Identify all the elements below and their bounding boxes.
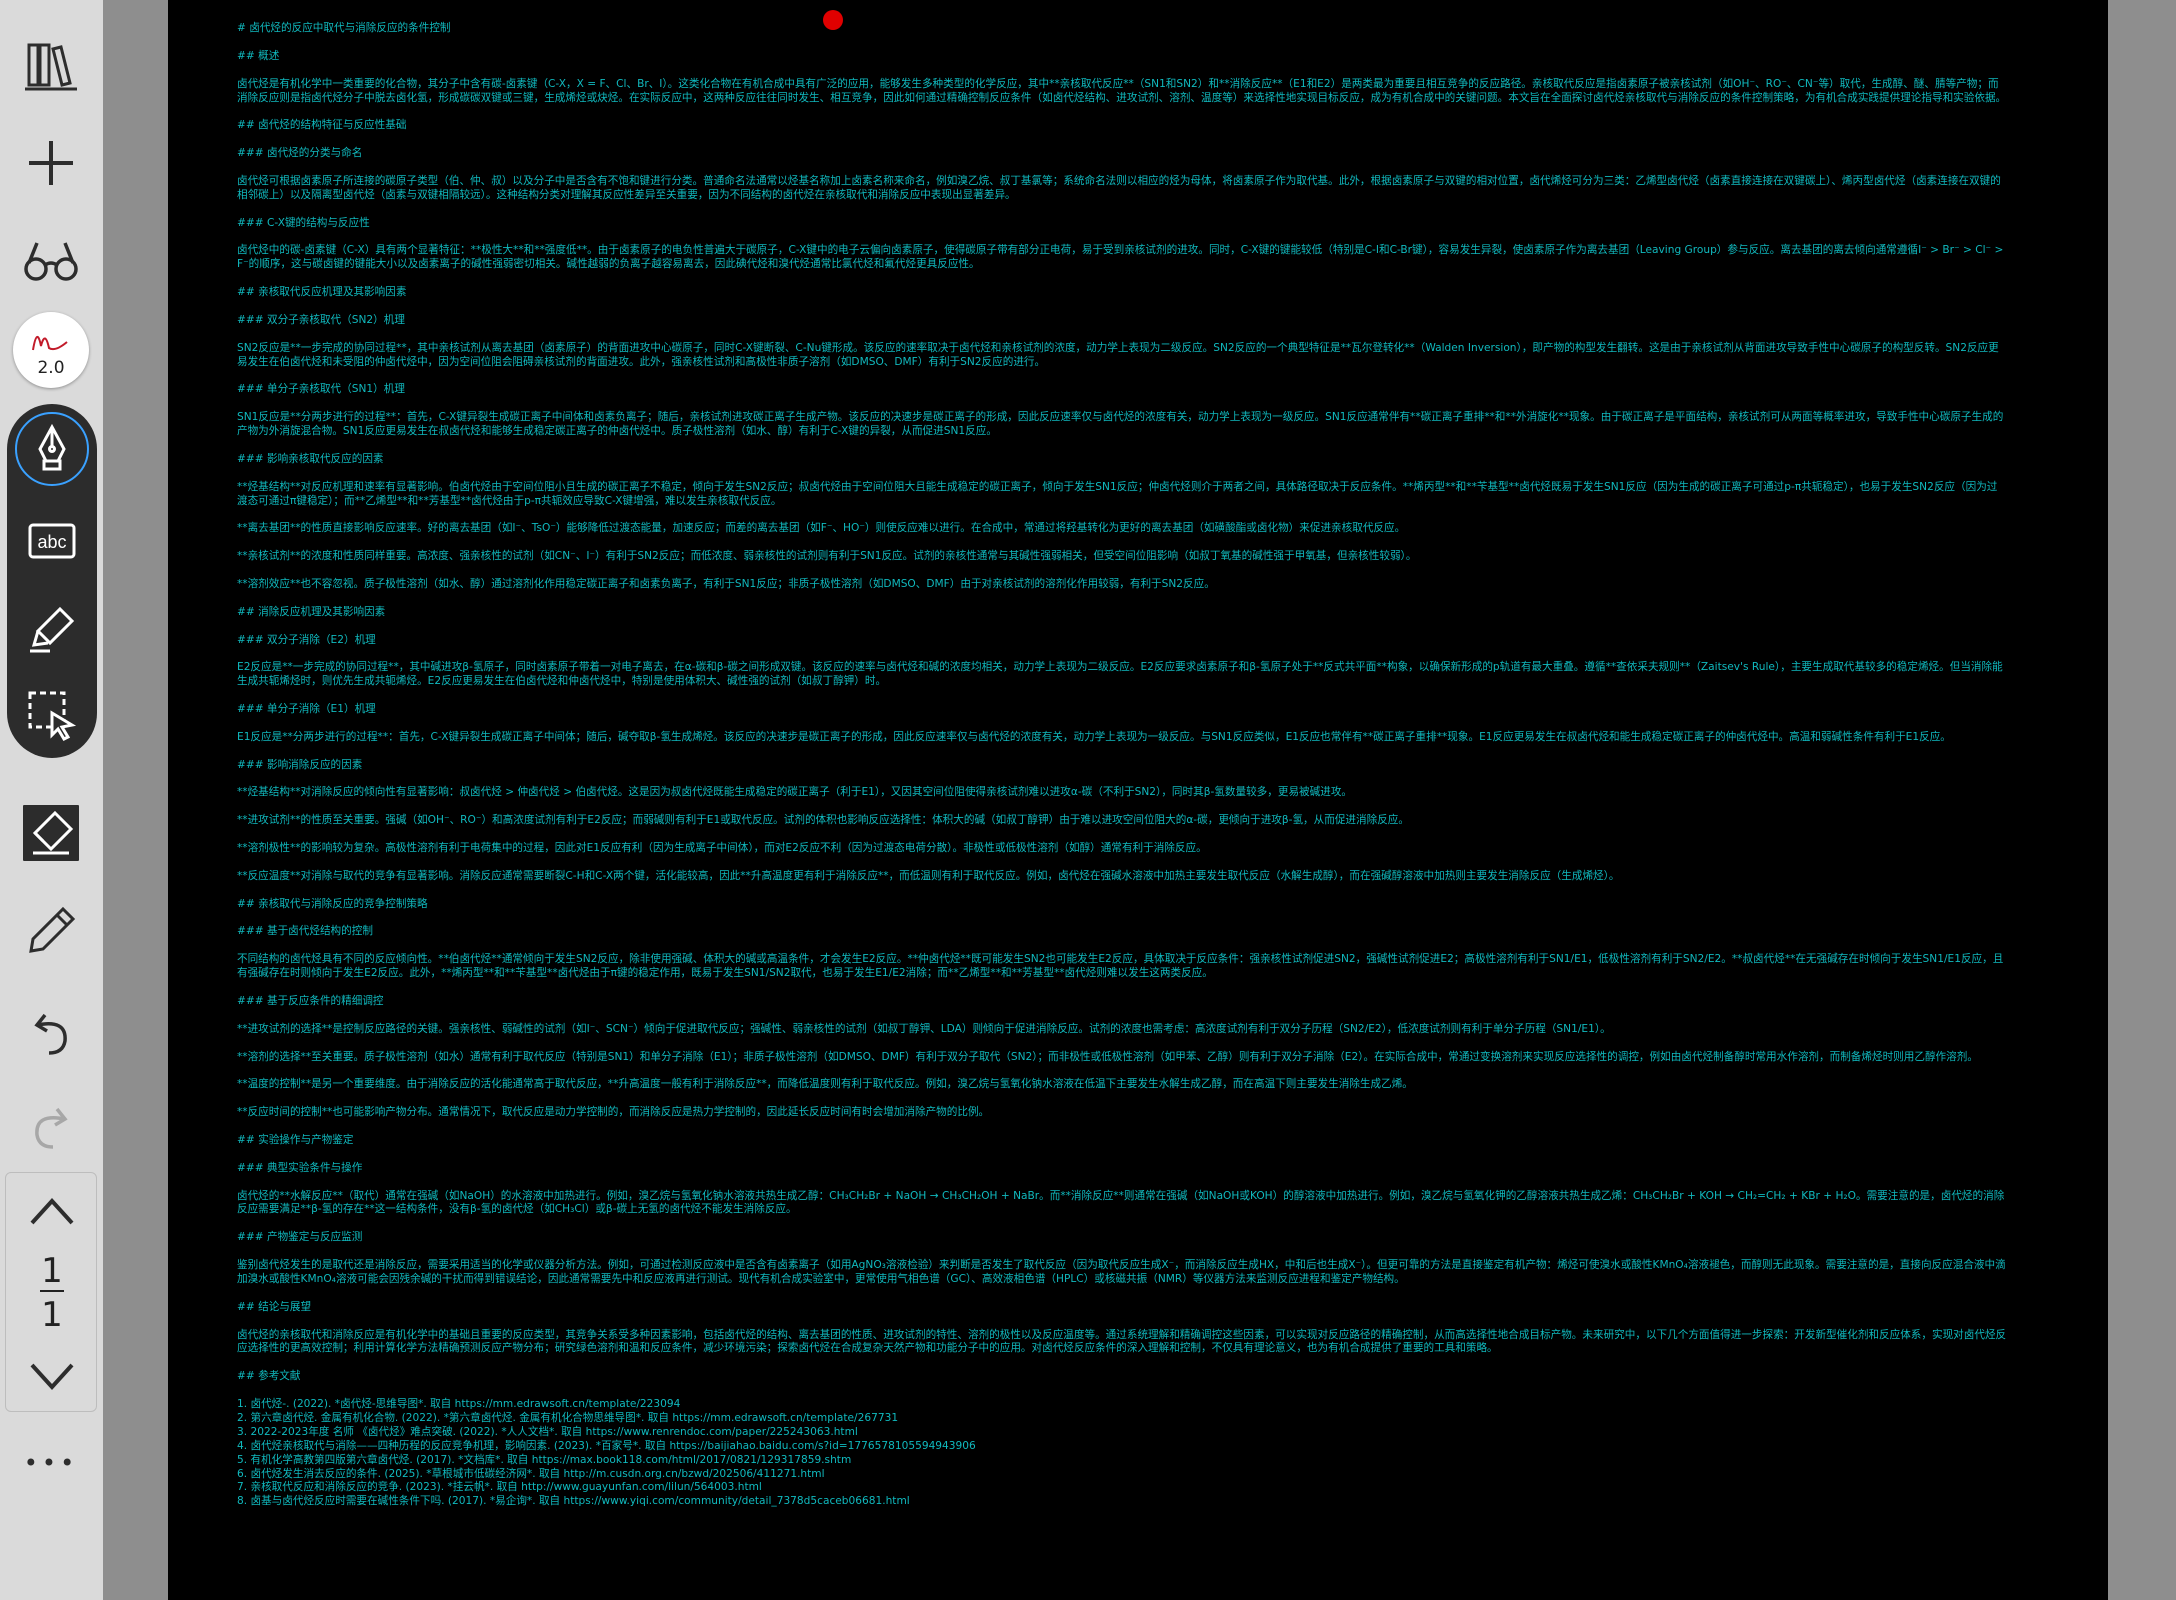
section-heading: # 卤代烃的反应中取代与消除反应的条件控制	[237, 22, 451, 34]
body-paragraph: **进攻试剂**的性质至关重要。强碱（如OH⁻、RO⁻）和高浓度试剂有利于E2反…	[237, 814, 1409, 827]
page-down-icon[interactable]	[6, 1345, 98, 1405]
section-heading: ### 基于卤代烃结构的控制	[237, 925, 373, 938]
section-heading: ### 影响亲核取代反应的因素	[237, 452, 384, 465]
pen-preview-button[interactable]: 2.0	[13, 312, 89, 388]
section-heading: ### 卤代烃的分类与命名	[237, 147, 363, 160]
undo-icon[interactable]	[5, 988, 97, 1074]
page-navigator: 1 1	[5, 1172, 97, 1412]
redo-icon[interactable]	[5, 1082, 97, 1168]
body-paragraph: 不同结构的卤代烃具有不同的反应倾向性。**伯卤代烃**通常倾向于发生SN2反应，…	[237, 953, 2004, 980]
section-heading: ## 卤代烃的结构特征与反应性基础	[237, 119, 407, 132]
pencil-icon[interactable]	[5, 888, 97, 974]
reference-item: 7. 亲核取代反应和消除反应的竞争. (2023). *挂云帆*. 取自 htt…	[237, 1481, 762, 1494]
total-page-count: 1	[41, 1295, 63, 1335]
pen-icon[interactable]	[6, 406, 98, 492]
reference-item: 2. 第六章卤代烃. 金属有机化合物. (2022). *第六章卤代烃. 金属有…	[237, 1411, 899, 1424]
body-paragraph: **溶剂效应**也不容忽视。质子极性溶剂（如水、醇）通过溶剂化作用稳定碳正离子和…	[237, 577, 1215, 590]
section-heading: ### 双分子亲核取代（SN2）机理	[237, 313, 405, 326]
body-paragraph: **烃基结构**对反应机理和速率有显著影响。伯卤代烃由于空间位阻小且生成的碳正离…	[237, 480, 1998, 507]
body-paragraph: 鉴别卤代烃发生的是取代还是消除反应，需要采用适当的化学或仪器分析方法。例如，可通…	[237, 1259, 2006, 1285]
body-paragraph: E2反应是**一步完成的协同过程**，其中碱进攻β-氢原子，同时卤素原子带着一对…	[237, 661, 2003, 688]
reference-item: 5. 有机化学高教第四版第六章卤代烃. (2017). *文档库*. 取自 ht…	[237, 1453, 852, 1466]
section-heading: ### 单分子消除（E1）机理	[237, 703, 376, 716]
body-paragraph: SN2反应是**一步完成的协同过程**，其中亲核试剂从离去基团（卤素原子）的背面…	[237, 341, 1999, 368]
body-paragraph: **离去基团**的性质直接影响反应速率。好的离去基团（如I⁻、TsO⁻）能够降低…	[237, 522, 1406, 535]
reference-item: 3. 2022-2023年度 名师 《卤代烃》难点突破. (2022). *人人…	[237, 1425, 858, 1438]
reference-item: 6. 卤代烃发生消去反应的条件. (2025). *草根城市低碳经济网*. 取自…	[237, 1467, 825, 1480]
section-heading: ## 实验操作与产物鉴定	[237, 1133, 354, 1146]
body-paragraph: **烃基结构**对消除反应的倾向性有显著影响：叔卤代烃 > 仲卤代烃 > 伯卤代…	[237, 786, 1353, 799]
section-heading: ### 单分子亲核取代（SN1）机理	[237, 383, 405, 396]
body-paragraph: 卤代烃是有机化学中一类重要的化合物，其分子中含有碳-卤素键（C-X，X = F、…	[237, 77, 2007, 104]
section-heading: ### 典型实验条件与操作	[237, 1161, 363, 1174]
reference-item: 1. 卤代烃-. (2022). *卤代烃-思维导图*. 取自 https://…	[237, 1398, 681, 1411]
body-paragraph: **温度的控制**是另一个重要维度。由于消除反应的活化能通常高于取代反应，**升…	[237, 1078, 1413, 1091]
section-heading: ### 影响消除反应的因素	[237, 758, 363, 771]
section-heading: ### 双分子消除（E2）机理	[237, 633, 376, 646]
body-paragraph: **亲核试剂**的浓度和性质同样重要。高浓度、强亲核性的试剂（如CN⁻、I⁻）有…	[237, 550, 1417, 563]
text-box-icon[interactable]: abc	[6, 498, 98, 584]
pen-size-label: 2.0	[37, 358, 65, 378]
body-paragraph: **反应时间的控制**也可能影响产物分布。通常情况下，取代反应是动力学控制的，而…	[237, 1106, 990, 1119]
body-paragraph: 卤代烃的**水解反应**（取代）通常在强碱（如NaOH）的水溶液中加热进行。例如…	[237, 1189, 2005, 1216]
section-heading: ## 亲核取代反应机理及其影响因素	[237, 286, 407, 299]
current-page-number: 1	[41, 1251, 63, 1291]
section-heading: ### C-X键的结构与反应性	[237, 216, 370, 229]
lasso-select-icon[interactable]	[6, 672, 98, 758]
body-paragraph: 卤代烃中的碳-卤素键（C-X）具有两个显著特征：**极性大**和**强度低**。…	[237, 244, 2004, 271]
library-books-icon[interactable]	[5, 24, 97, 110]
section-heading: ## 亲核取代与消除反应的竞争控制策略	[237, 897, 428, 910]
left-toolbar: 2.0 abc 1 1 •••	[0, 0, 103, 1600]
section-heading: ### 产物鉴定与反应监测	[237, 1231, 363, 1244]
reference-item: 8. 卤基与卤代烃反应时需要在碱性条件下吗. (2017). *易企询*. 取自…	[237, 1495, 910, 1508]
body-paragraph: 卤代烃可根据卤素原子所连接的碳原子类型（伯、仲、叔）以及分子中是否含有不饱和键进…	[237, 174, 2001, 201]
reference-list: 1. 卤代烃-. (2022). *卤代烃-思维导图*. 取自 https://…	[237, 1398, 2007, 1509]
reference-item: 4. 卤代烃亲核取代与消除——四种历程的反应竞争机理，影响因素. (2023).…	[237, 1439, 976, 1452]
body-paragraph: E1反应是**分两步进行的过程**：首先，C-X键异裂生成碳正离子中间体；随后，…	[237, 730, 1951, 743]
more-options-button[interactable]: •••	[5, 1420, 97, 1506]
body-paragraph: **溶剂极性**的影响较为复杂。高极性溶剂有利于电荷集中的过程，因此对E1反应有…	[237, 842, 1207, 855]
body-paragraph: **反应温度**对消除与取代的竞争有显著影响。消除反应通常需要断裂C-H和C-X…	[237, 869, 1620, 882]
body-paragraph: **进攻试剂的选择**是控制反应路径的关键。强亲核性、弱碱性的试剂（如I⁻、SC…	[237, 1022, 1611, 1035]
eraser-icon[interactable]	[5, 790, 97, 876]
document-text: # 卤代烃的反应中取代与消除反应的条件控制 ## 概述卤代烃是有机化学中一类重要的…	[237, 22, 2007, 1509]
body-paragraph: SN1反应是**分两步进行的过程**：首先，C-X键异裂生成碳正离子中间体和卤素…	[237, 411, 2004, 438]
page-separator	[40, 1290, 64, 1292]
section-heading: ## 消除反应机理及其影响因素	[237, 605, 386, 618]
section-heading: ## 结论与展望	[237, 1300, 312, 1313]
body-paragraph: **溶剂的选择**至关重要。质子极性溶剂（如水）通常有利于取代反应（特别是SN1…	[237, 1050, 1978, 1063]
page-up-icon[interactable]	[6, 1181, 98, 1241]
drawing-tools-group: abc	[7, 404, 97, 758]
plus-icon[interactable]	[5, 120, 97, 206]
body-paragraph: 卤代烃的亲核取代和消除反应是有机化学中的基础且重要的反应类型，其竞争关系受多种因…	[237, 1328, 2007, 1355]
reading-glasses-icon[interactable]	[5, 216, 97, 302]
section-heading: ### 基于反应条件的精细调控	[237, 994, 384, 1007]
section-heading: ## 参考文献	[237, 1370, 301, 1383]
text-tool-label: abc	[37, 532, 66, 552]
section-heading: ## 概述	[237, 49, 280, 62]
highlighter-icon[interactable]	[6, 586, 98, 672]
